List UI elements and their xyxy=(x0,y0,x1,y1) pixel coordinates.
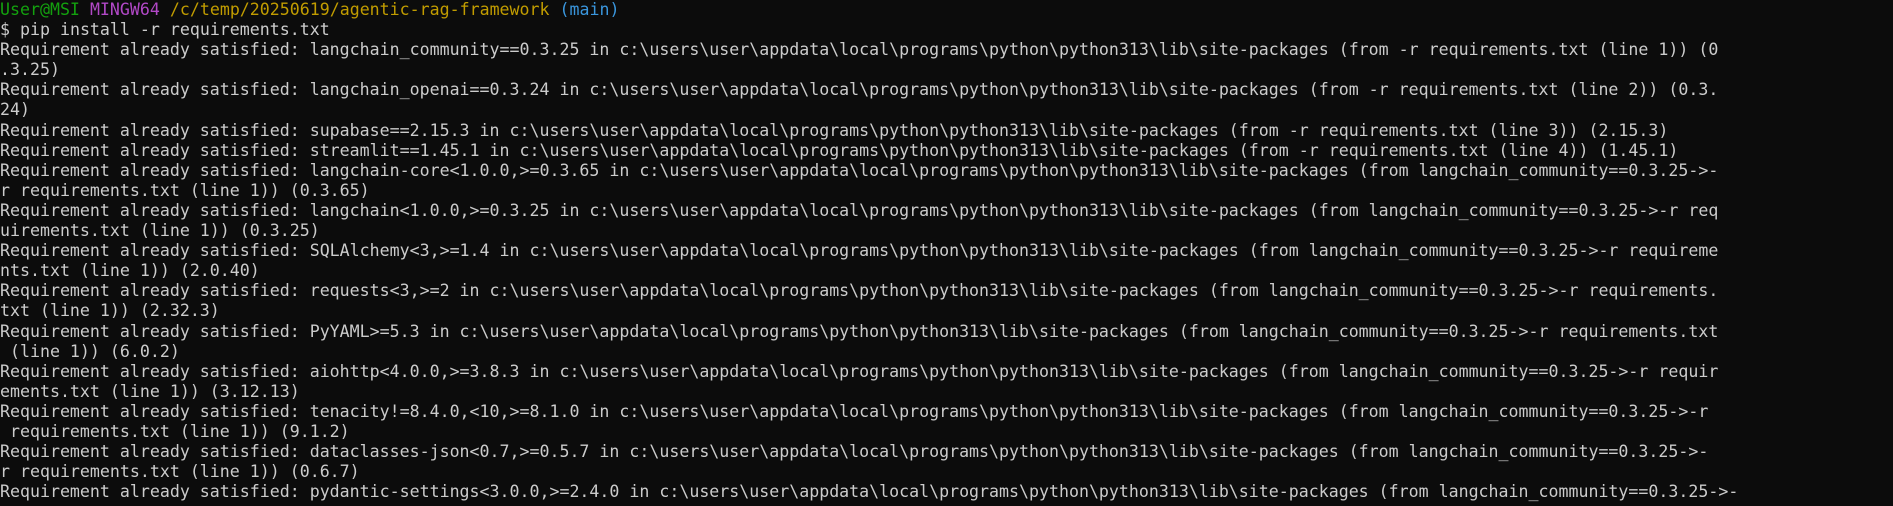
current-path: /c/temp/20250619/agentic-rag-framework xyxy=(169,0,550,19)
output-line: Requirement already satisfied: aiohttp<4… xyxy=(0,361,1719,381)
output-line: Requirement already satisfied: langchain… xyxy=(0,40,1719,60)
output-line: r requirements.txt (line 1)) (0.3.65) xyxy=(0,180,370,200)
command-text: pip install -r requirements.txt xyxy=(20,20,330,40)
output-line: Requirement already satisfied: requests<… xyxy=(0,281,1719,301)
git-branch: (main) xyxy=(559,0,620,19)
command-line: $ pip install -r requirements.txt xyxy=(0,20,1893,40)
shell-name: MINGW64 xyxy=(89,0,160,19)
output-line: (line 1)) (6.0.2) xyxy=(0,341,180,361)
output-line: Requirement already satisfied: PyYAML>=5… xyxy=(0,321,1719,341)
output-line: Requirement already satisfied: streamlit… xyxy=(0,140,1679,160)
output-line: Requirement already satisfied: langchain… xyxy=(0,160,1719,180)
output-line: .3.25) xyxy=(0,60,60,80)
user-host: User@MSI xyxy=(0,0,80,19)
output-line: r requirements.txt (line 1)) (0.6.7) xyxy=(0,462,360,482)
output-line: Requirement already satisfied: pydantic-… xyxy=(0,482,1739,502)
output-line: Requirement already satisfied: dataclass… xyxy=(0,442,1709,462)
output-line: ements.txt (line 1)) (3.12.13) xyxy=(0,381,300,401)
output-line: requirements.txt (line 1)) (9.1.2) xyxy=(0,421,350,441)
output-line: Requirement already satisfied: tenacity!… xyxy=(0,401,1709,421)
output-line: Requirement already satisfied: langchain… xyxy=(0,80,1719,100)
output-line: 24) xyxy=(0,100,30,120)
output-line: nts.txt (line 1)) (2.0.40) xyxy=(0,261,260,281)
terminal-window[interactable]: User@MSI MINGW64 /c/temp/20250619/agenti… xyxy=(0,0,1893,506)
output-line: txt (line 1)) (2.32.3) xyxy=(0,301,220,321)
prompt-line: User@MSI MINGW64 /c/temp/20250619/agenti… xyxy=(0,0,1893,20)
output-line: uirements.txt (line 1)) (0.3.25) xyxy=(0,221,320,241)
prompt-symbol: $ xyxy=(0,20,10,40)
output-line: Requirement already satisfied: supabase=… xyxy=(0,120,1669,140)
output-line: Requirement already satisfied: SQLAlchem… xyxy=(0,241,1719,261)
output-line: Requirement already satisfied: langchain… xyxy=(0,200,1719,220)
